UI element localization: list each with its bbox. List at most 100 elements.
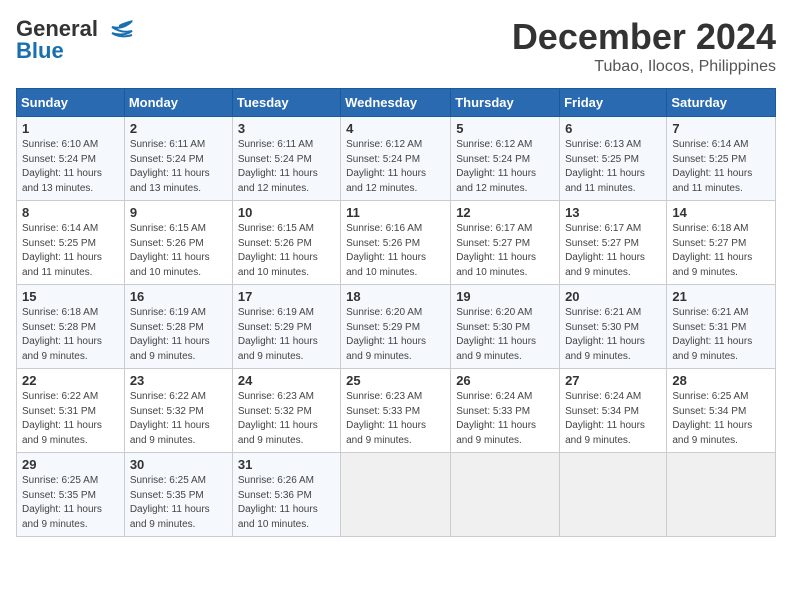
day-info: Sunrise: 6:11 AM Sunset: 5:24 PM Dayligh…: [130, 138, 227, 196]
table-cell: 21 Sunrise: 6:21 AM Sunset: 5:31 PM Dayli…: [667, 285, 776, 369]
day-number: 31: [238, 457, 335, 472]
day-info: Sunrise: 6:23 AM Sunset: 5:32 PM Dayligh…: [238, 390, 335, 448]
day-number: 9: [130, 205, 227, 220]
day-number: 3: [238, 121, 335, 136]
day-number: 20: [565, 289, 661, 304]
day-number: 15: [22, 289, 119, 304]
day-number: 21: [672, 289, 770, 304]
table-cell: 18 Sunrise: 6:20 AM Sunset: 5:29 PM Dayli…: [341, 285, 451, 369]
day-number: 22: [22, 373, 119, 388]
table-cell: 27 Sunrise: 6:24 AM Sunset: 5:34 PM Dayli…: [560, 369, 667, 453]
table-cell: 19Sunrise: 6:20 AM Sunset: 5:30 PM Dayli…: [451, 285, 560, 369]
day-number: 18: [346, 289, 445, 304]
table-cell: 22 Sunrise: 6:22 AM Sunset: 5:31 PM Dayli…: [17, 369, 125, 453]
table-cell: 14Sunrise: 6:18 AM Sunset: 5:27 PM Dayli…: [667, 201, 776, 285]
day-number: 16: [130, 289, 227, 304]
table-cell: [667, 453, 776, 537]
day-number: 12: [456, 205, 554, 220]
day-number: 10: [238, 205, 335, 220]
day-info: Sunrise: 6:17 AM Sunset: 5:27 PM Dayligh…: [565, 222, 661, 280]
table-cell: 1Sunrise: 6:10 AM Sunset: 5:24 PM Daylig…: [17, 117, 125, 201]
day-info: Sunrise: 6:21 AM Sunset: 5:31 PM Dayligh…: [672, 306, 770, 364]
day-info: Sunrise: 6:15 AM Sunset: 5:26 PM Dayligh…: [130, 222, 227, 280]
table-cell: [560, 453, 667, 537]
day-number: 17: [238, 289, 335, 304]
table-cell: [451, 453, 560, 537]
table-cell: 4 Sunrise: 6:12 AM Sunset: 5:24 PM Daylig…: [341, 117, 451, 201]
logo-blue: Blue: [16, 38, 64, 64]
table-cell: 28Sunrise: 6:25 AM Sunset: 5:34 PM Dayli…: [667, 369, 776, 453]
day-number: 5: [456, 121, 554, 136]
location: Tubao, Ilocos, Philippines: [512, 58, 776, 76]
table-cell: 5 Sunrise: 6:12 AM Sunset: 5:24 PM Daylig…: [451, 117, 560, 201]
day-info: Sunrise: 6:12 AM Sunset: 5:24 PM Dayligh…: [456, 138, 554, 196]
table-cell: 30 Sunrise: 6:25 AM Sunset: 5:35 PM Dayli…: [124, 453, 232, 537]
week-row-3: 15 Sunrise: 6:18 AM Sunset: 5:28 PM Dayli…: [17, 285, 776, 369]
table-cell: 7 Sunrise: 6:14 AM Sunset: 5:25 PM Daylig…: [667, 117, 776, 201]
day-number: 2: [130, 121, 227, 136]
day-number: 14: [672, 205, 770, 220]
logo: General Blue: [16, 16, 134, 64]
table-cell: 15 Sunrise: 6:18 AM Sunset: 5:28 PM Dayli…: [17, 285, 125, 369]
day-info: Sunrise: 6:12 AM Sunset: 5:24 PM Dayligh…: [346, 138, 445, 196]
day-number: 23: [130, 373, 227, 388]
day-info: Sunrise: 6:25 AM Sunset: 5:35 PM Dayligh…: [22, 474, 119, 532]
day-info: Sunrise: 6:11 AM Sunset: 5:24 PM Dayligh…: [238, 138, 335, 196]
col-thursday: Thursday: [451, 89, 560, 117]
day-number: 25: [346, 373, 445, 388]
logo-bird-icon: [104, 19, 134, 41]
day-info: Sunrise: 6:14 AM Sunset: 5:25 PM Dayligh…: [672, 138, 770, 196]
day-info: Sunrise: 6:14 AM Sunset: 5:25 PM Dayligh…: [22, 222, 119, 280]
day-info: Sunrise: 6:19 AM Sunset: 5:28 PM Dayligh…: [130, 306, 227, 364]
week-row-5: 29 Sunrise: 6:25 AM Sunset: 5:35 PM Dayli…: [17, 453, 776, 537]
week-row-4: 22 Sunrise: 6:22 AM Sunset: 5:31 PM Dayli…: [17, 369, 776, 453]
table-cell: 24Sunrise: 6:23 AM Sunset: 5:32 PM Dayli…: [232, 369, 340, 453]
day-number: 11: [346, 205, 445, 220]
day-number: 8: [22, 205, 119, 220]
day-number: 4: [346, 121, 445, 136]
col-sunday: Sunday: [17, 89, 125, 117]
week-row-2: 8 Sunrise: 6:14 AM Sunset: 5:25 PM Daylig…: [17, 201, 776, 285]
col-wednesday: Wednesday: [341, 89, 451, 117]
day-info: Sunrise: 6:18 AM Sunset: 5:28 PM Dayligh…: [22, 306, 119, 364]
calendar-table: Sunday Monday Tuesday Wednesday Thursday…: [16, 88, 776, 537]
day-info: Sunrise: 6:13 AM Sunset: 5:25 PM Dayligh…: [565, 138, 661, 196]
day-info: Sunrise: 6:21 AM Sunset: 5:30 PM Dayligh…: [565, 306, 661, 364]
col-monday: Monday: [124, 89, 232, 117]
col-tuesday: Tuesday: [232, 89, 340, 117]
day-number: 28: [672, 373, 770, 388]
table-cell: 3 Sunrise: 6:11 AM Sunset: 5:24 PM Daylig…: [232, 117, 340, 201]
table-cell: 10 Sunrise: 6:15 AM Sunset: 5:26 PM Dayli…: [232, 201, 340, 285]
day-info: Sunrise: 6:22 AM Sunset: 5:31 PM Dayligh…: [22, 390, 119, 448]
day-info: Sunrise: 6:19 AM Sunset: 5:29 PM Dayligh…: [238, 306, 335, 364]
day-info: Sunrise: 6:22 AM Sunset: 5:32 PM Dayligh…: [130, 390, 227, 448]
table-cell: 2 Sunrise: 6:11 AM Sunset: 5:24 PM Daylig…: [124, 117, 232, 201]
day-number: 26: [456, 373, 554, 388]
table-cell: 13Sunrise: 6:17 AM Sunset: 5:27 PM Dayli…: [560, 201, 667, 285]
week-row-1: 1Sunrise: 6:10 AM Sunset: 5:24 PM Daylig…: [17, 117, 776, 201]
title-block: December 2024 Tubao, Ilocos, Philippines: [512, 16, 776, 76]
table-cell: 8 Sunrise: 6:14 AM Sunset: 5:25 PM Daylig…: [17, 201, 125, 285]
day-info: Sunrise: 6:23 AM Sunset: 5:33 PM Dayligh…: [346, 390, 445, 448]
day-info: Sunrise: 6:25 AM Sunset: 5:35 PM Dayligh…: [130, 474, 227, 532]
table-cell: 20 Sunrise: 6:21 AM Sunset: 5:30 PM Dayli…: [560, 285, 667, 369]
table-cell: 11 Sunrise: 6:16 AM Sunset: 5:26 PM Dayli…: [341, 201, 451, 285]
day-info: Sunrise: 6:24 AM Sunset: 5:34 PM Dayligh…: [565, 390, 661, 448]
table-cell: 12Sunrise: 6:17 AM Sunset: 5:27 PM Dayli…: [451, 201, 560, 285]
calendar-header-row: Sunday Monday Tuesday Wednesday Thursday…: [17, 89, 776, 117]
table-cell: 31 Sunrise: 6:26 AM Sunset: 5:36 PM Dayli…: [232, 453, 340, 537]
day-info: Sunrise: 6:20 AM Sunset: 5:30 PM Dayligh…: [456, 306, 554, 364]
table-cell: 26 Sunrise: 6:24 AM Sunset: 5:33 PM Dayli…: [451, 369, 560, 453]
day-number: 29: [22, 457, 119, 472]
day-number: 7: [672, 121, 770, 136]
day-number: 27: [565, 373, 661, 388]
day-info: Sunrise: 6:15 AM Sunset: 5:26 PM Dayligh…: [238, 222, 335, 280]
table-cell: 29 Sunrise: 6:25 AM Sunset: 5:35 PM Dayli…: [17, 453, 125, 537]
table-cell: 9 Sunrise: 6:15 AM Sunset: 5:26 PM Daylig…: [124, 201, 232, 285]
day-number: 30: [130, 457, 227, 472]
day-info: Sunrise: 6:16 AM Sunset: 5:26 PM Dayligh…: [346, 222, 445, 280]
col-saturday: Saturday: [667, 89, 776, 117]
day-info: Sunrise: 6:26 AM Sunset: 5:36 PM Dayligh…: [238, 474, 335, 532]
day-info: Sunrise: 6:24 AM Sunset: 5:33 PM Dayligh…: [456, 390, 554, 448]
day-info: Sunrise: 6:20 AM Sunset: 5:29 PM Dayligh…: [346, 306, 445, 364]
